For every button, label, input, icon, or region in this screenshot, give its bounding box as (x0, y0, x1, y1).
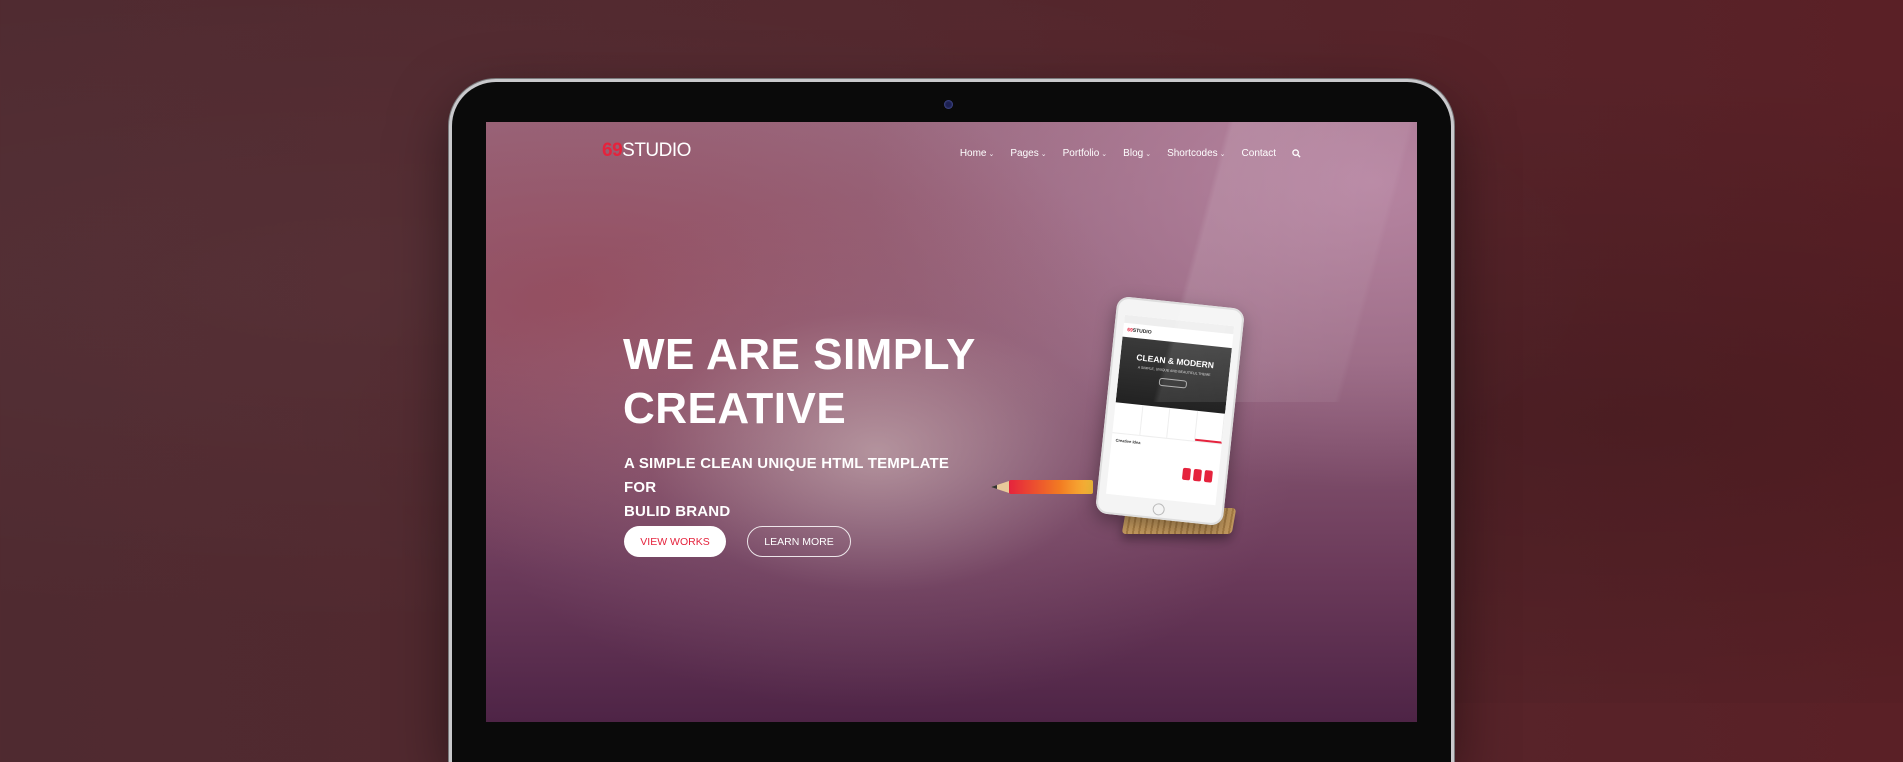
hero-title: WE ARE SIMPLY CREATIVE (623, 328, 1043, 436)
hero-subtitle-line2: BULID BRAND (624, 503, 731, 520)
logo-text: STUDIO (622, 140, 691, 161)
chevron-down-icon: ⌄ (1219, 150, 1226, 158)
nav-label: Contact (1241, 148, 1276, 159)
camera-dot (944, 100, 953, 109)
main-nav: Home ⌄ Pages ⌄ Portfolio ⌄ Blog ⌄ Shortcodes… (960, 148, 1301, 159)
chevron-down-icon: ⌄ (1101, 150, 1108, 158)
hero-title-line2: CREATIVE (623, 384, 847, 433)
tablet-logo-text: STUDIO (1132, 327, 1152, 336)
learn-more-button[interactable]: LEARN MORE (747, 526, 851, 557)
hero-subtitle-line1: A SIMPLE CLEAN UNIQUE HTML TEMPLATE FOR (624, 455, 950, 496)
chevron-down-icon: ⌄ (1145, 150, 1152, 158)
site-logo[interactable]: 69STUDIO (602, 140, 691, 162)
view-works-button[interactable]: VIEW WORKS (624, 526, 726, 557)
nav-label: Portfolio (1062, 148, 1100, 159)
chevron-down-icon: ⌄ (1040, 150, 1047, 158)
tablet-hero-button (1158, 377, 1188, 389)
tablet-screen: 69STUDIO CLEAN & MODERN A SIMPLE, UNIQUE… (1105, 314, 1235, 506)
tablet-home-button (1152, 502, 1166, 516)
nav-item-blog[interactable]: Blog ⌄ (1123, 148, 1151, 159)
pencil-image (991, 473, 1095, 502)
hero-subtitle: A SIMPLE CLEAN UNIQUE HTML TEMPLATE FOR … (624, 452, 984, 524)
tablet-product-cans (1181, 467, 1213, 483)
search-icon[interactable] (1292, 149, 1301, 158)
nav-item-shortcodes[interactable]: Shortcodes ⌄ (1167, 148, 1225, 159)
nav-label: Shortcodes (1167, 148, 1218, 159)
nav-item-pages[interactable]: Pages ⌄ (1010, 148, 1046, 159)
tablet-device: 69STUDIO CLEAN & MODERN A SIMPLE, UNIQUE… (1094, 295, 1246, 527)
nav-label: Home (959, 148, 987, 159)
nav-label: Blog (1123, 148, 1144, 159)
logo-number: 69 (602, 140, 623, 161)
chevron-down-icon: ⌄ (988, 150, 995, 158)
nav-item-home[interactable]: Home ⌄ (960, 148, 995, 159)
nav-label: Pages (1010, 148, 1039, 159)
website-screen: 69STUDIO Home ⌄ Pages ⌄ Portfolio ⌄ Blog ⌄ S… (486, 122, 1417, 722)
hero-title-line1: WE ARE SIMPLY (623, 330, 976, 379)
nav-item-portfolio[interactable]: Portfolio ⌄ (1063, 148, 1108, 159)
nav-item-contact[interactable]: Contact (1242, 148, 1276, 159)
tablet-hero: CLEAN & MODERN A SIMPLE, UNIQUE AND BEAU… (1115, 336, 1232, 414)
monitor-frame: 69STUDIO Home ⌄ Pages ⌄ Portfolio ⌄ Blog ⌄ S… (452, 82, 1451, 762)
